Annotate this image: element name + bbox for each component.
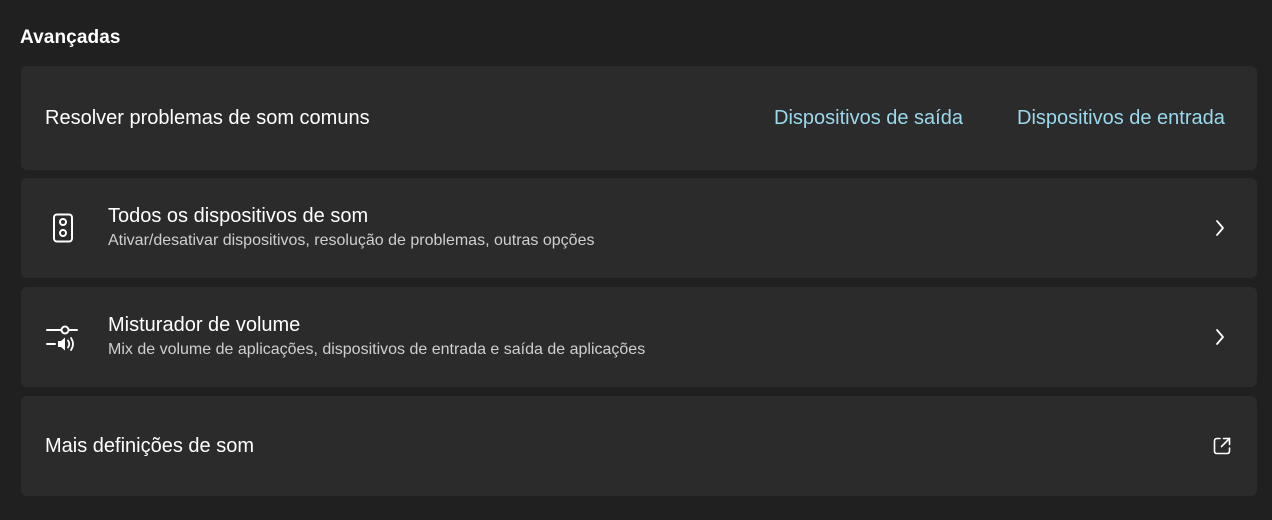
all-sound-devices-text: Todos os dispositivos de som Ativar/desa… — [108, 204, 594, 252]
speaker-icon — [45, 210, 81, 246]
all-sound-devices-title: Todos os dispositivos de som — [108, 205, 369, 227]
all-sound-devices-subtitle: Ativar/desativar dispositivos, resolução… — [108, 232, 595, 249]
volume-mixer-text: Misturador de volume Mix de volume de ap… — [108, 313, 645, 361]
volume-mixer-title: Misturador de volume — [108, 314, 301, 336]
input-devices-link[interactable]: Dispositivos de entrada — [1017, 107, 1225, 130]
output-devices-link[interactable]: Dispositivos de saída — [774, 107, 963, 130]
chevron-right-icon — [1213, 218, 1227, 238]
more-sound-settings-label: Mais definições de som — [45, 434, 254, 457]
troubleshoot-card: Resolver problemas de som comuns Disposi… — [21, 66, 1257, 170]
volume-mixer-row[interactable]: Misturador de volume Mix de volume de ap… — [21, 287, 1257, 387]
more-sound-settings-row[interactable]: Mais definições de som — [21, 396, 1257, 496]
advanced-sound-settings: Avançadas Resolver problemas de som comu… — [0, 0, 1272, 520]
volume-mixer-subtitle: Mix de volume de aplicações, dispositivo… — [108, 341, 646, 358]
all-sound-devices-row[interactable]: Todos os dispositivos de som Ativar/desa… — [21, 178, 1257, 278]
section-title: Avançadas — [20, 27, 121, 48]
open-external-icon — [1211, 435, 1233, 457]
chevron-right-icon — [1213, 327, 1227, 347]
volume-mixer-icon — [45, 319, 81, 355]
troubleshoot-label: Resolver problemas de som comuns — [45, 106, 370, 129]
